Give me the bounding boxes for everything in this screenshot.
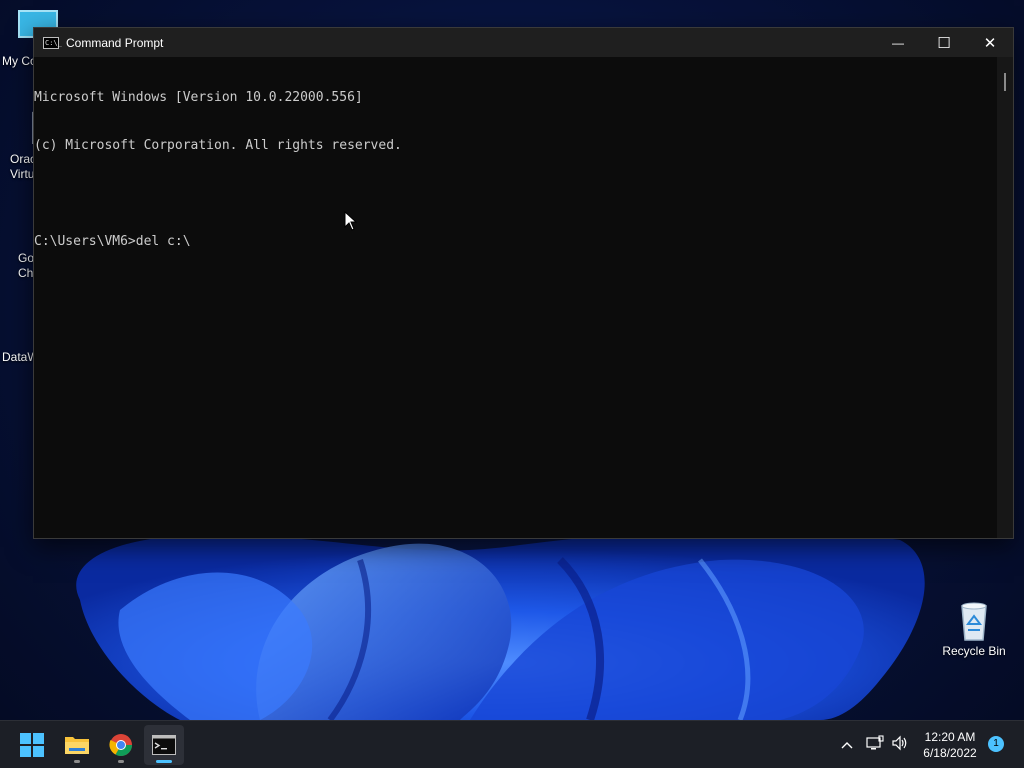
recycle-bin-icon (954, 600, 994, 641)
active-indicator (156, 760, 172, 763)
network-icon (866, 734, 884, 749)
chevron-up-icon (841, 742, 853, 749)
desktop-icon-recycle-bin[interactable]: Recycle Bin (936, 600, 1012, 659)
taskbar-file-explorer[interactable] (57, 725, 97, 765)
console-prompt-line[interactable]: C:\Users\VM6>del c:\ (34, 234, 997, 250)
taskbar-chrome[interactable] (101, 725, 141, 765)
clock-time: 12:20 AM (924, 730, 976, 744)
cmd-app-icon: C:\_ (43, 36, 62, 49)
window-titlebar[interactable]: C:\_ Command Prompt — ☐ ✕ (34, 28, 1013, 57)
speaker-icon (892, 735, 907, 750)
maximize-button[interactable]: ☐ (921, 28, 967, 57)
window-controls: — ☐ ✕ (875, 28, 1013, 57)
taskbar-command-prompt[interactable] (144, 725, 184, 765)
folder-icon (65, 737, 89, 754)
taskbar-clock[interactable]: 12:20 AM 6/18/2022 (918, 729, 982, 761)
minimize-button[interactable]: — (875, 28, 921, 57)
notification-badge[interactable]: 1 (988, 736, 1004, 752)
console-output[interactable]: Microsoft Windows [Version 10.0.22000.55… (34, 57, 997, 538)
desktop-icon-label: Recycle Bin (942, 644, 1006, 658)
minimize-icon: — (892, 35, 904, 50)
close-icon: ✕ (983, 34, 997, 52)
window-title: Command Prompt (66, 35, 164, 50)
volume-button[interactable] (888, 735, 912, 756)
clock-date: 6/18/2022 (923, 746, 977, 760)
mouse-pointer-icon (344, 210, 358, 236)
windows-logo-icon (20, 733, 44, 757)
show-hidden-icons-button[interactable] (836, 736, 858, 754)
console-line: Microsoft Windows [Version 10.0.22000.55… (34, 90, 363, 105)
command-prompt-window[interactable]: C:\_ Command Prompt — ☐ ✕ Microsoft Wind… (33, 27, 1014, 539)
system-tray (836, 721, 912, 768)
maximize-icon: ☐ (937, 34, 951, 52)
start-button[interactable] (12, 725, 52, 765)
terminal-icon (152, 735, 176, 755)
network-button[interactable] (862, 734, 888, 756)
console-line: (c) Microsoft Corporation. All rights re… (34, 138, 402, 153)
close-button[interactable]: ✕ (967, 28, 1013, 57)
running-indicator (118, 760, 124, 763)
vertical-scrollbar[interactable] (997, 57, 1013, 538)
chrome-icon (109, 734, 132, 756)
running-indicator (74, 760, 80, 763)
taskbar: 12:20 AM 6/18/2022 (0, 720, 1024, 768)
scrollbar-thumb[interactable] (1004, 73, 1006, 91)
